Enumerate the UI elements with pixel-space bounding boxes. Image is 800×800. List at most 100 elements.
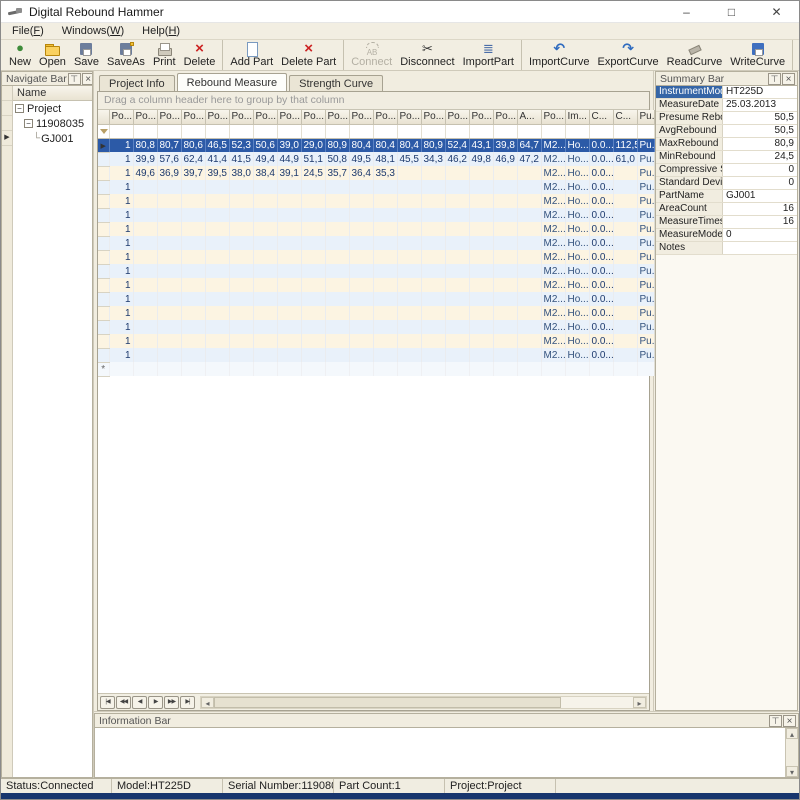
grid-cell[interactable] [421,320,445,334]
grid-cell[interactable]: 39,9 [133,152,157,166]
grid-cell[interactable]: Ho... [565,250,589,264]
grid-cell[interactable] [349,348,373,362]
delete-button[interactable]: Delete [180,40,220,70]
grid-cell[interactable] [397,208,421,222]
grid-cell[interactable] [421,362,445,376]
grid-cell[interactable] [493,166,517,180]
grid-cell[interactable]: 41,4 [205,152,229,166]
grid-cell[interactable] [253,236,277,250]
disconnect-button[interactable]: Disconnect [396,40,458,70]
grid-cell[interactable] [325,362,349,376]
row-indicator[interactable] [98,152,109,166]
grid-cell[interactable]: 1 [109,334,133,348]
pin-icon[interactable] [68,73,81,85]
grid-cell[interactable] [445,222,469,236]
grid-cell[interactable]: 80,9 [325,138,349,152]
grid-cell[interactable] [349,264,373,278]
grid-cell[interactable] [469,222,493,236]
grid-cell[interactable] [397,264,421,278]
grid-cell[interactable]: M2... [541,166,565,180]
grid-cell[interactable] [229,250,253,264]
grid-cell[interactable] [157,194,181,208]
grid-cell[interactable]: 1 [109,208,133,222]
grid-cell[interactable] [445,180,469,194]
grid-cell[interactable] [205,334,229,348]
row-indicator[interactable] [98,334,109,348]
grid-cell[interactable]: Pu... [637,194,654,208]
grid-cell[interactable]: Ho... [565,306,589,320]
grid-cell[interactable]: 1 [109,222,133,236]
grid-cell[interactable] [373,334,397,348]
grid-cell[interactable] [469,348,493,362]
grid-cell[interactable]: 80,4 [373,138,397,152]
grid-cell[interactable] [469,292,493,306]
grid-cell[interactable] [397,362,421,376]
filter-cell[interactable] [565,124,589,138]
grid-cell[interactable]: Pu... [637,250,654,264]
grid-cell[interactable]: M2... [541,348,565,362]
grid-cell[interactable] [445,250,469,264]
grid-cell[interactable] [469,194,493,208]
grid-cell[interactable]: Ho... [565,138,589,152]
summary-field-value[interactable]: GJ001 [723,190,797,202]
grid-cell[interactable] [349,208,373,222]
grid-cell[interactable]: M2... [541,250,565,264]
grid-cell[interactable] [325,264,349,278]
grid-cell[interactable]: M2... [541,236,565,250]
grid-cell[interactable]: Ho... [565,180,589,194]
writecurve-button[interactable]: WriteCurve [726,40,789,70]
grid-cell[interactable] [421,348,445,362]
grid-cell[interactable] [613,222,637,236]
grid-cell[interactable]: Ho... [565,194,589,208]
grid-cell[interactable] [445,348,469,362]
grid-cell[interactable] [445,194,469,208]
grid-cell[interactable] [349,362,373,376]
grid-cell[interactable] [301,334,325,348]
grid-cell[interactable] [397,292,421,306]
grid-cell[interactable] [301,264,325,278]
exportcurve-button[interactable]: ExportCurve [594,40,663,70]
grid-cell[interactable] [277,278,301,292]
grid-cell[interactable] [493,194,517,208]
grid-cell[interactable] [469,320,493,334]
row-indicator[interactable] [98,306,109,320]
grid-cell[interactable] [181,306,205,320]
scroll-up-icon[interactable]: ▴ [786,728,798,739]
close-icon[interactable] [782,73,795,85]
grid-cell[interactable] [133,348,157,362]
importcurve-button[interactable]: ImportCurve [525,40,594,70]
column-header[interactable]: Po... [541,110,565,124]
filter-cell[interactable] [397,124,421,138]
row-indicator[interactable] [98,236,109,250]
grid-cell[interactable] [253,362,277,376]
grid-cell[interactable] [205,278,229,292]
nav-prev-page-button[interactable]: ◀◀ [116,696,131,709]
grid-cell[interactable] [493,236,517,250]
close-icon[interactable] [82,73,93,85]
grid-cell[interactable]: Ho... [565,334,589,348]
grid-cell[interactable] [445,166,469,180]
filter-cell[interactable] [229,124,253,138]
grid-cell[interactable]: Ho... [565,152,589,166]
grid-cell[interactable]: 49,6 [133,166,157,180]
grid-cell[interactable] [517,278,541,292]
grid-cell[interactable] [133,320,157,334]
grid-cell[interactable] [157,208,181,222]
close-icon[interactable] [783,715,796,727]
grid-cell[interactable] [493,306,517,320]
row-indicator[interactable] [98,348,109,362]
column-header[interactable]: Po... [229,110,253,124]
grid-cell[interactable] [229,292,253,306]
column-header[interactable]: Po... [373,110,397,124]
grid-cell[interactable] [229,306,253,320]
grid-cell[interactable] [301,208,325,222]
grid-cell[interactable] [373,208,397,222]
grid-cell[interactable]: Pu... [637,264,654,278]
new-button[interactable]: New [5,40,35,70]
maximize-button[interactable]: □ [709,1,754,22]
grid-cell[interactable]: 1 [109,138,133,152]
grid-cell[interactable] [205,306,229,320]
grid-cell[interactable] [397,222,421,236]
grid-cell[interactable] [469,362,493,376]
grid-cell[interactable] [325,194,349,208]
